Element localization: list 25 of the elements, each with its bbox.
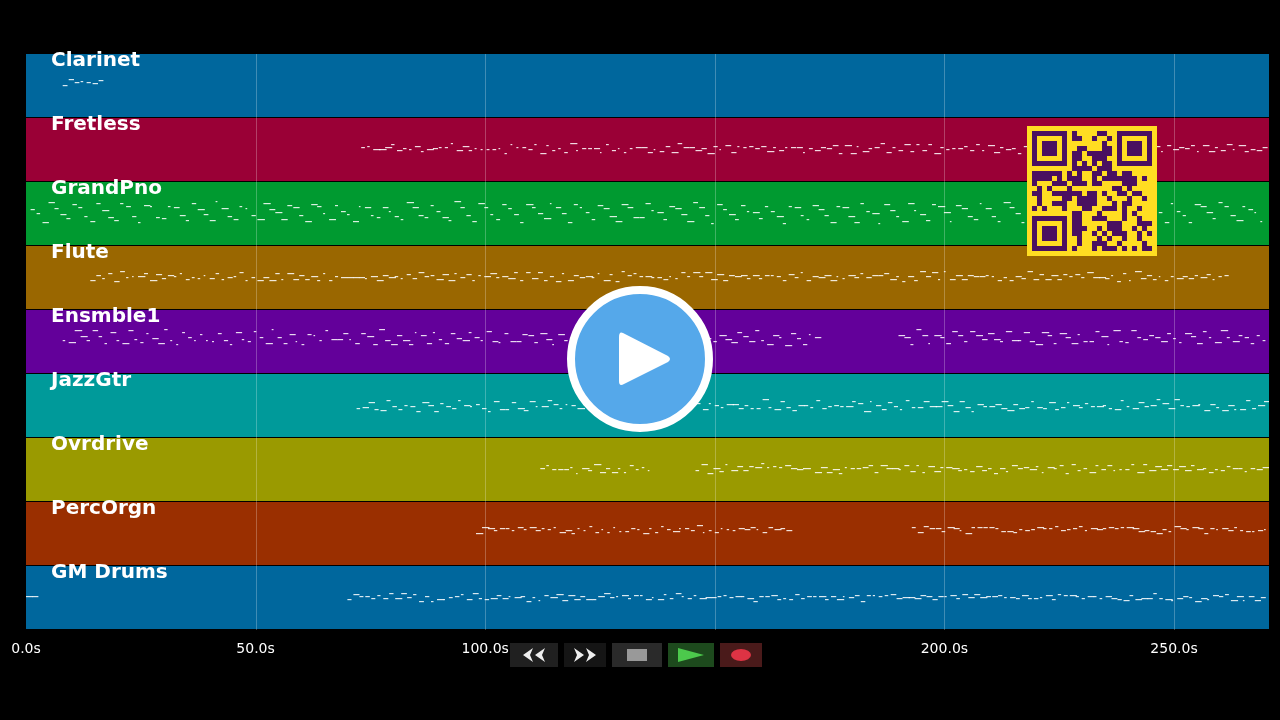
rewind-icon — [521, 648, 547, 662]
record-icon — [730, 649, 752, 661]
time-tick-label: 250.0s — [1150, 639, 1198, 658]
track-name: GM Drums — [51, 559, 168, 583]
fast-forward-icon — [572, 648, 598, 662]
track-name: Ensmble1 — [51, 303, 161, 327]
track-name: PercOrgn — [51, 495, 157, 519]
time-tick-label: 200.0s — [920, 639, 969, 658]
track-name: JazzGtr — [51, 367, 132, 391]
track-name: Flute — [51, 239, 109, 263]
track-name: Ovrdrive — [51, 431, 149, 455]
forward-button[interactable] — [564, 643, 606, 667]
rewind-button[interactable] — [510, 643, 558, 667]
track-name: Fretless — [51, 111, 141, 135]
record-button[interactable] — [720, 643, 762, 667]
time-tick-label: 0.0s — [11, 639, 41, 658]
stop-button[interactable] — [612, 643, 662, 667]
stop-icon — [627, 649, 647, 661]
track-name: GrandPno — [51, 175, 162, 199]
time-tick-label: 50.0s — [236, 639, 275, 658]
play-button[interactable] — [668, 643, 714, 667]
play-icon — [678, 648, 704, 662]
qr-code-icon — [1027, 126, 1157, 256]
time-tick-label: 100.0s — [461, 639, 509, 658]
track-name: Clarinet — [51, 47, 141, 71]
